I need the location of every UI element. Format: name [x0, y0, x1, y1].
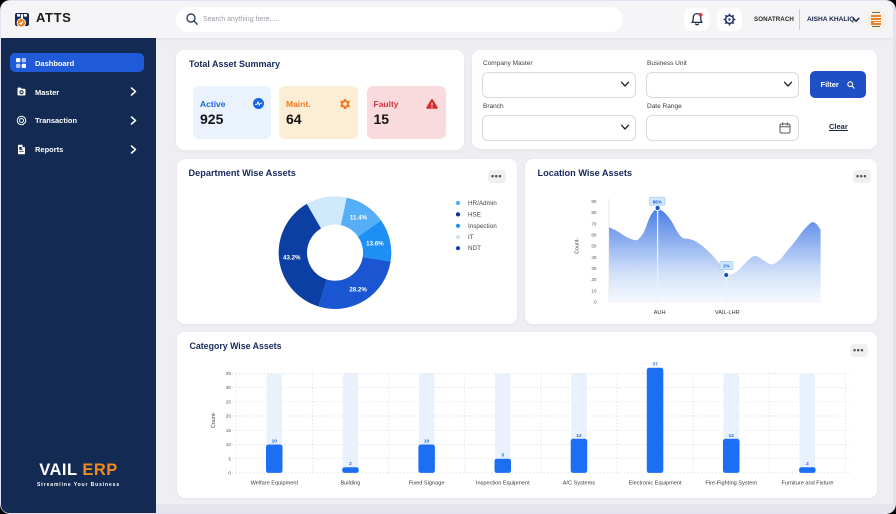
svg-text:10: 10	[271, 439, 277, 445]
svg-text:Fixed Signage: Fixed Signage	[408, 481, 444, 487]
svg-text:Building: Building	[340, 481, 360, 487]
svg-text:Inspection: Inspection	[468, 222, 497, 229]
svg-text:20: 20	[591, 277, 597, 282]
svg-text:90: 90	[591, 199, 597, 204]
svg-text:Count-: Count-	[211, 412, 217, 429]
svg-text:2%: 2%	[723, 263, 730, 268]
svg-text:10: 10	[225, 442, 231, 447]
svg-text:IT: IT	[468, 234, 474, 241]
svg-text:5: 5	[501, 453, 504, 459]
svg-text:11.4%: 11.4%	[349, 214, 367, 221]
svg-text:VAIL-LHR: VAIL-LHR	[714, 310, 739, 316]
svg-text:5: 5	[228, 456, 231, 461]
svg-text:HR/Admin: HR/Admin	[468, 200, 497, 207]
svg-text:Inspection Equipment: Inspection Equipment	[475, 481, 529, 487]
svg-text:30: 30	[225, 385, 231, 390]
svg-text:60: 60	[591, 232, 597, 237]
svg-text:15: 15	[225, 428, 231, 433]
svg-text:Count-: Count-	[574, 237, 580, 253]
svg-text:43.2%: 43.2%	[283, 254, 301, 261]
svg-text:30: 30	[591, 266, 597, 271]
svg-text:40: 40	[591, 254, 597, 259]
svg-text:10: 10	[423, 439, 429, 445]
svg-text:Fire-Fighting System: Fire-Fighting System	[705, 481, 757, 487]
svg-text:HSE: HSE	[468, 211, 481, 218]
svg-text:20: 20	[225, 414, 231, 419]
svg-text:35: 35	[225, 371, 231, 376]
svg-text:NDT: NDT	[468, 245, 481, 252]
svg-text:2: 2	[806, 461, 809, 467]
svg-text:13.6%: 13.6%	[366, 240, 384, 247]
svg-text:A/C Systems: A/C Systems	[562, 481, 595, 487]
svg-text:28.2%: 28.2%	[349, 286, 367, 293]
svg-text:2: 2	[349, 461, 352, 467]
svg-text:12: 12	[728, 433, 734, 439]
svg-text:25: 25	[225, 399, 231, 404]
svg-text:37: 37	[652, 362, 658, 368]
svg-text:Furniture and Fixture: Furniture and Fixture	[781, 481, 833, 487]
svg-text:86%: 86%	[652, 199, 661, 204]
svg-text:50: 50	[591, 243, 597, 248]
svg-text:10: 10	[591, 288, 597, 293]
svg-text:AUH: AUH	[653, 310, 665, 316]
svg-text:0: 0	[593, 299, 596, 304]
svg-text:80: 80	[591, 210, 597, 215]
svg-text:Electronic Equipment: Electronic Equipment	[628, 481, 681, 487]
svg-text:Welfare Equipment: Welfare Equipment	[250, 481, 298, 487]
svg-text:70: 70	[591, 221, 597, 226]
svg-text:0: 0	[228, 471, 231, 476]
svg-text:12: 12	[576, 433, 582, 439]
